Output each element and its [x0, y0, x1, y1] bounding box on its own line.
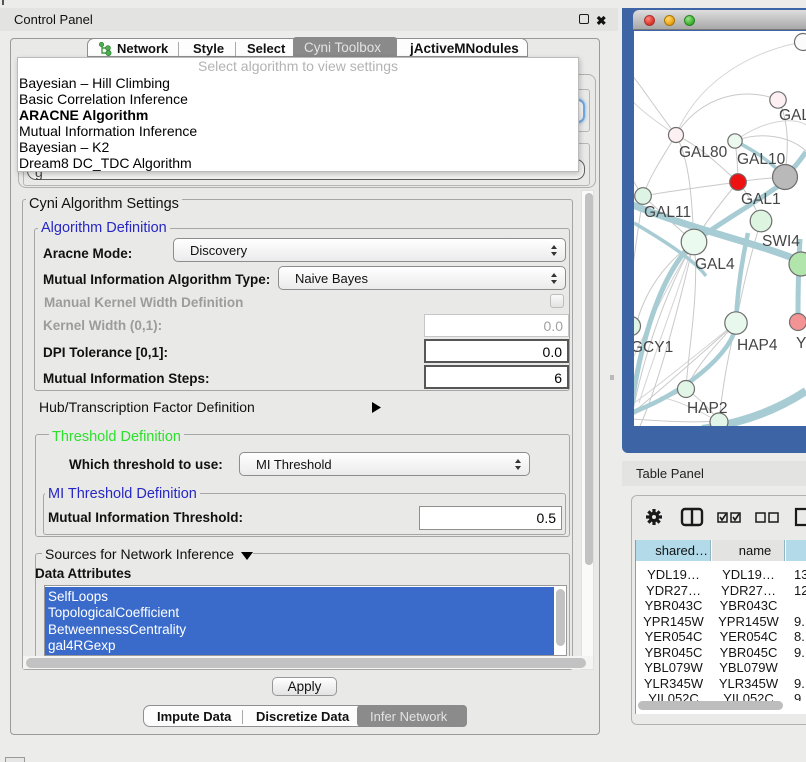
- svg-text:Y: Y: [796, 335, 806, 352]
- svg-text:GAL4: GAL4: [695, 256, 735, 273]
- svg-text:HAP2: HAP2: [687, 400, 728, 417]
- svg-text:GAL1: GAL1: [741, 191, 781, 208]
- svg-text:GAL80: GAL80: [679, 144, 728, 161]
- svg-text:GAL: GAL: [779, 107, 806, 124]
- svg-text:HAP4: HAP4: [737, 337, 778, 354]
- svg-text:GAL11: GAL11: [644, 204, 691, 221]
- svg-text:GCY1: GCY1: [634, 339, 673, 356]
- svg-text:SWI4: SWI4: [762, 233, 800, 250]
- svg-text:GAL10: GAL10: [737, 151, 786, 168]
